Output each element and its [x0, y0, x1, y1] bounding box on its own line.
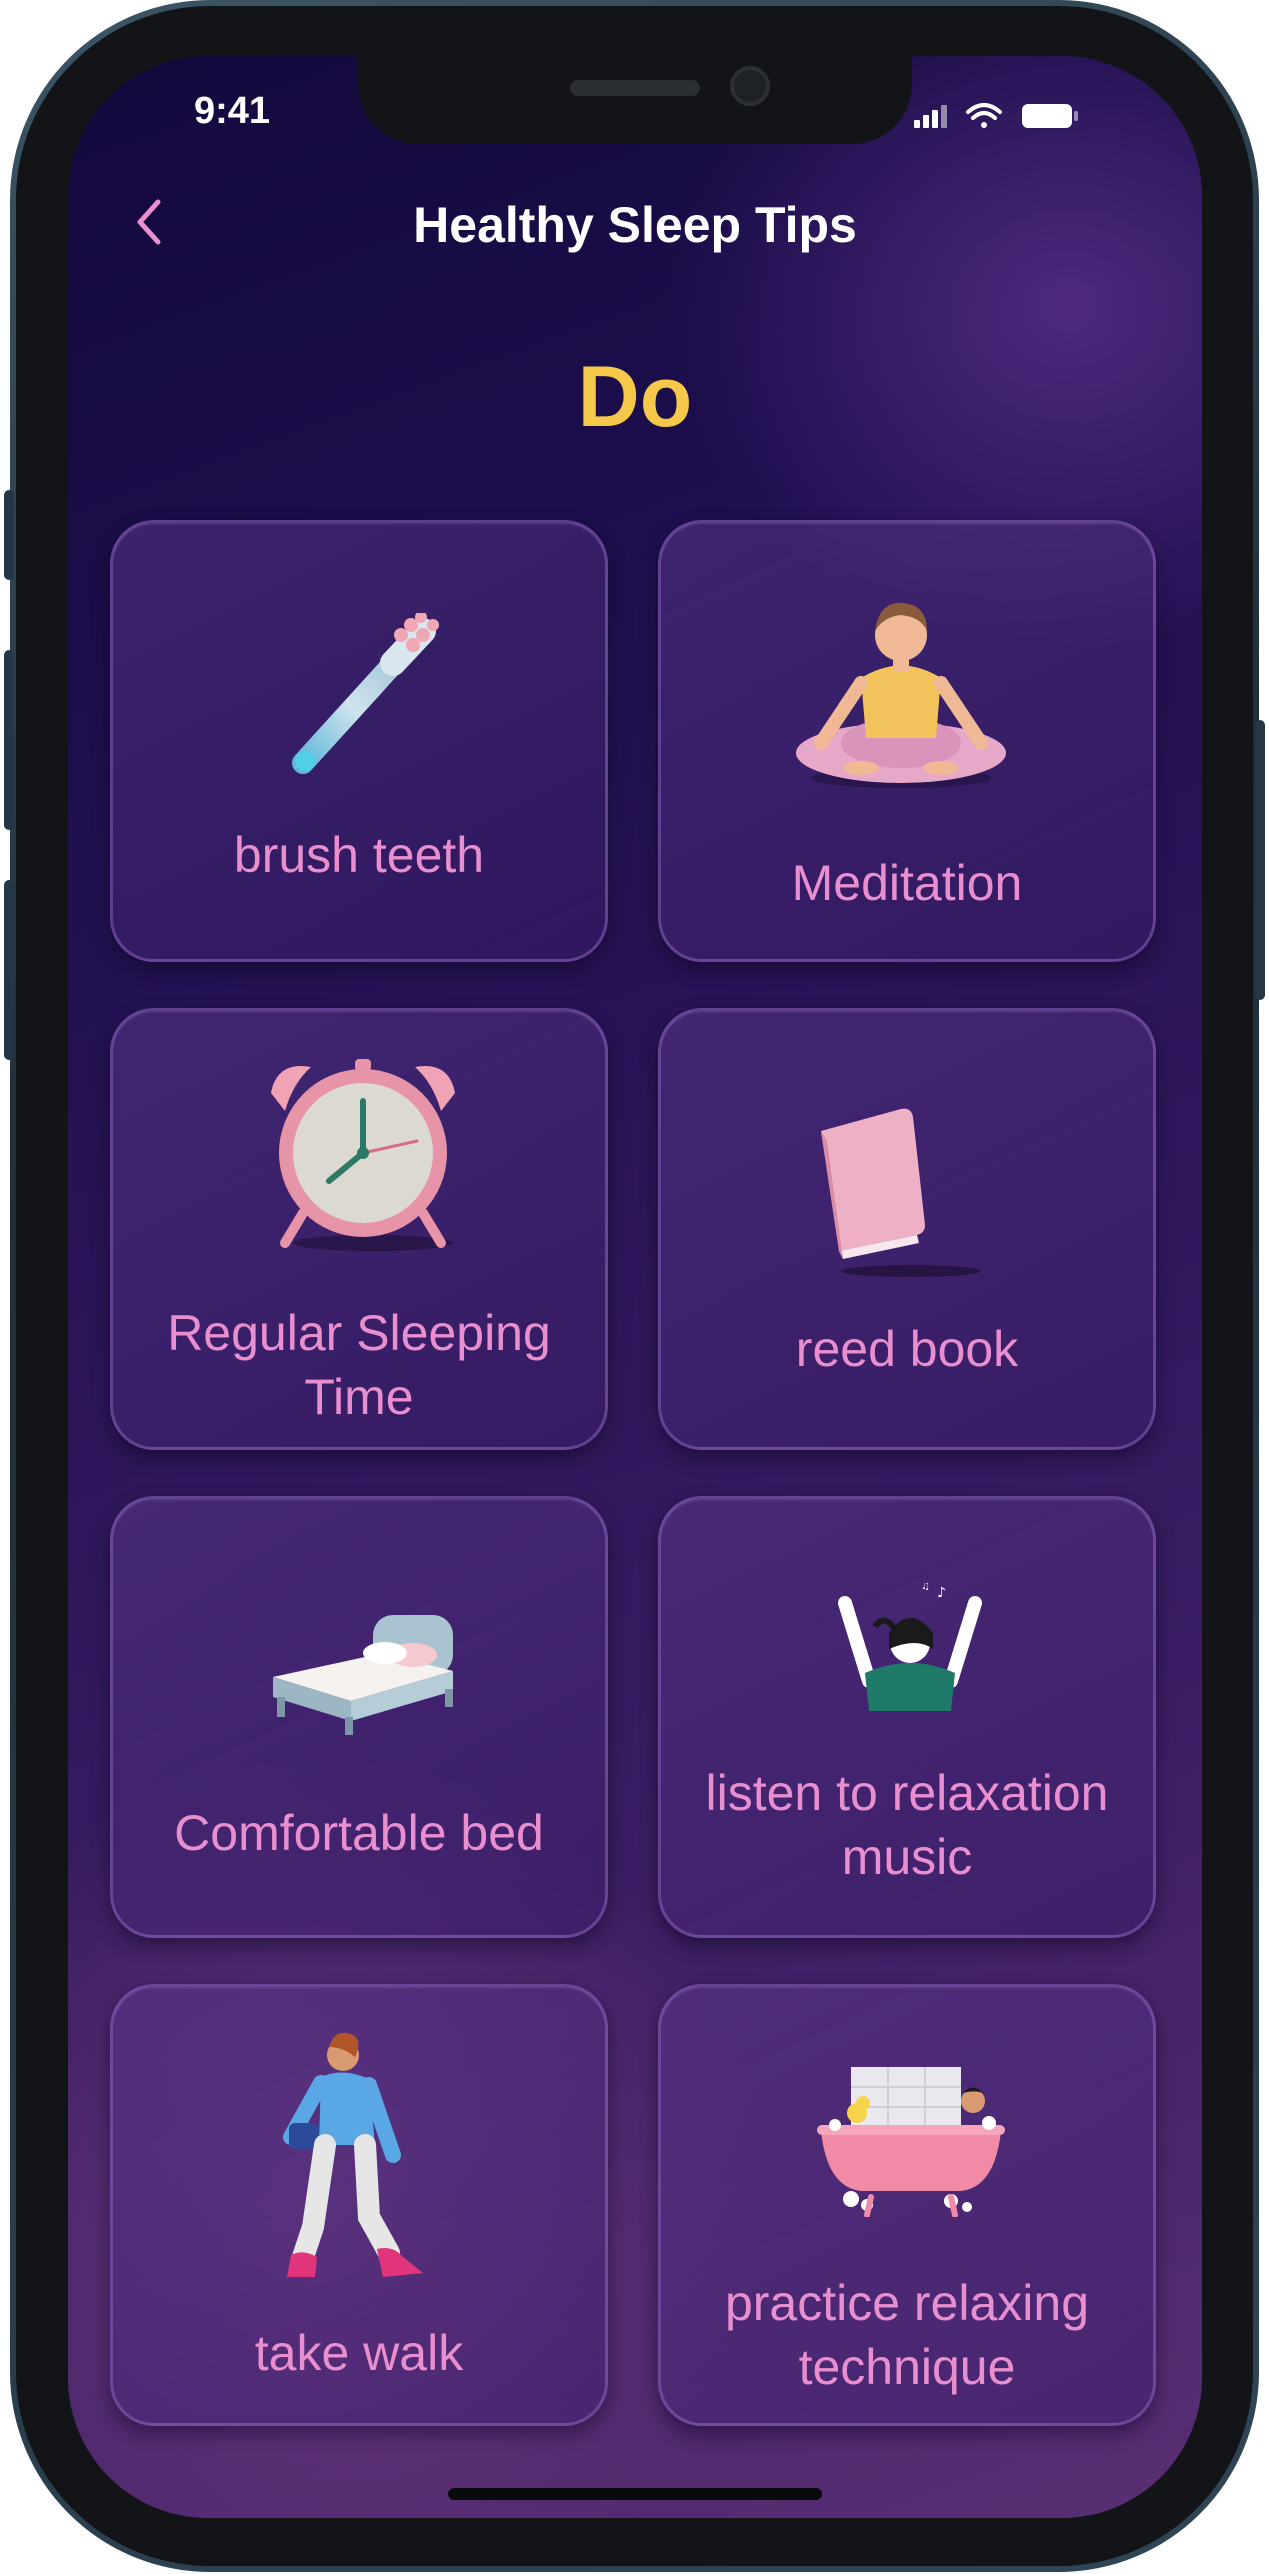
card-label: listen to relaxation music	[705, 1765, 1109, 1885]
tip-card-meditation[interactable]: Meditation	[658, 520, 1156, 962]
card-label: Regular Sleeping Time	[167, 1305, 551, 1425]
tip-card-brush-teeth[interactable]: brush teeth	[110, 520, 608, 962]
meditation-icon	[796, 602, 1006, 788]
walking-person-icon	[283, 2032, 423, 2277]
status-time: 9:41	[194, 90, 271, 132]
app-screen: 9:41 Healthy Sleep Tips Do brush teeth M…	[68, 56, 1202, 2518]
tip-card-practice-relaxing-technique[interactable]: practice relaxing technique	[658, 1984, 1156, 2426]
home-indicator[interactable]	[448, 2488, 822, 2500]
svg-text:♫: ♫	[921, 1583, 930, 1592]
signal-icon	[914, 105, 947, 128]
tip-card-take-walk[interactable]: take walk	[110, 1984, 608, 2426]
card-label: Meditation	[791, 855, 1023, 911]
volume-down-button	[4, 880, 14, 1060]
card-label: brush teeth	[233, 827, 485, 883]
card-label: practice relaxing technique	[724, 2275, 1090, 2395]
toothbrush-icon	[292, 613, 439, 774]
card-label: reed book	[795, 1321, 1019, 1377]
svg-text:♪: ♪	[937, 1585, 946, 1601]
front-camera	[730, 66, 770, 106]
bathtub-icon	[817, 2067, 1005, 2217]
notch	[358, 56, 912, 144]
headphones-music-icon: ♪ ♫	[838, 1583, 982, 1711]
book-icon	[821, 1108, 981, 1277]
tip-card-comfortable-bed[interactable]: Comfortable bed	[110, 1496, 608, 1938]
card-label: Comfortable bed	[174, 1805, 544, 1861]
header: Healthy Sleep Tips	[68, 186, 1202, 266]
power-button	[1255, 720, 1265, 1000]
section-title: Do	[577, 349, 693, 445]
battery-icon	[1022, 104, 1078, 128]
tip-card-listen-to-relaxation-music[interactable]: ♪ ♫ listen to relaxation music	[658, 1496, 1156, 1938]
mute-switch	[4, 490, 14, 580]
wifi-icon	[966, 103, 1002, 128]
speaker	[570, 80, 700, 96]
card-label: take walk	[254, 2325, 464, 2381]
page-title: Healthy Sleep Tips	[413, 197, 857, 253]
volume-up-button	[4, 650, 14, 830]
tip-card-reed-book[interactable]: reed book	[658, 1008, 1156, 1450]
alarm-clock-icon	[271, 1059, 455, 1251]
bed-icon	[273, 1615, 453, 1735]
status-icons	[914, 103, 1078, 128]
tip-card-regular-sleeping-time[interactable]: Regular Sleeping Time	[110, 1008, 608, 1450]
